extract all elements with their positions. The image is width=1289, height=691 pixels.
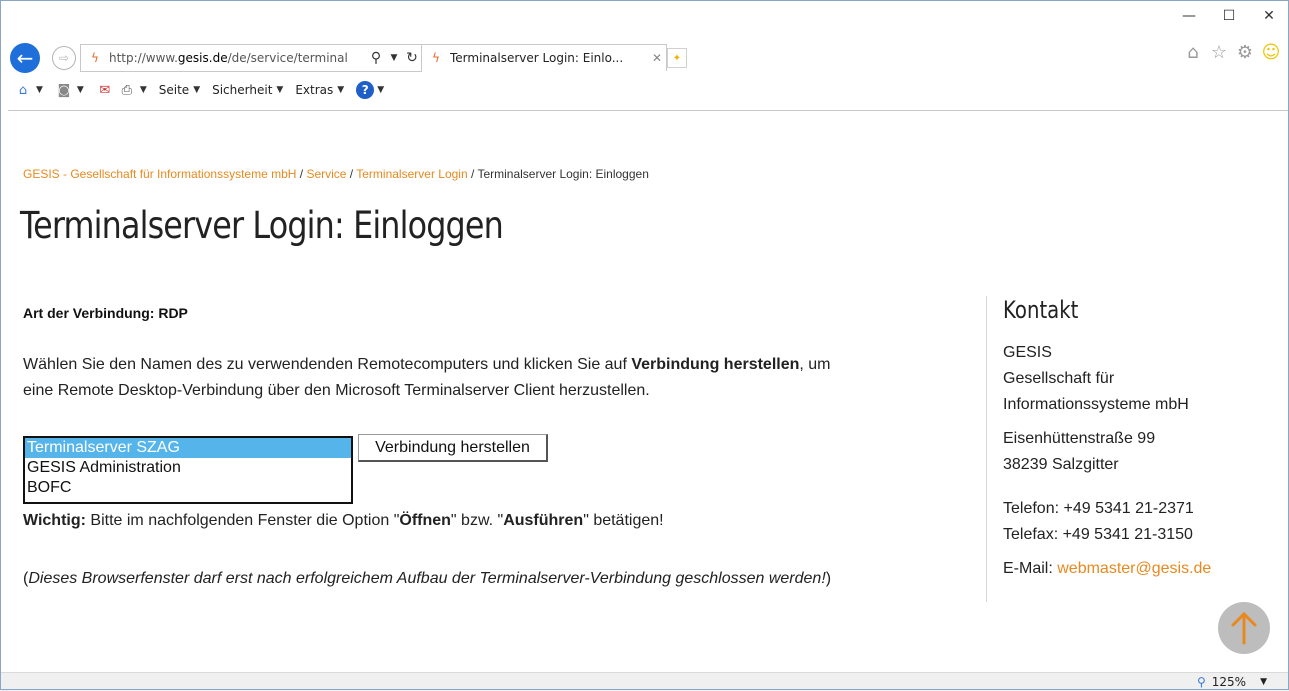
menu-seite[interactable]: Seite [159, 83, 189, 97]
help-dropdown-icon[interactable]: ▼ [377, 85, 384, 95]
maximize-button[interactable]: ☐ [1209, 0, 1249, 32]
server-option-selected[interactable]: Terminalserver SZAG [25, 438, 351, 458]
important-note: Wichtig: Bitte im nachfolgenden Fenster … [23, 512, 664, 529]
connection-type-label: Art der Verbindung: RDP [23, 305, 188, 321]
breadcrumb-link-gesis[interactable]: GESIS - Gesellschaft für Informationssys… [23, 167, 296, 181]
sicherheit-dropdown-icon[interactable]: ▼ [276, 85, 283, 95]
description-text: Wählen Sie den Namen des zu verwendenden… [23, 356, 831, 399]
menu-sicherheit[interactable]: Sicherheit [212, 83, 272, 97]
zoom-control[interactable]: ⚲ 125% ▼ [1197, 675, 1267, 689]
back-arrow-icon: ← [16, 46, 34, 70]
tab-active[interactable]: ϟ Terminalserver Login: Einlo... ✕ [421, 44, 667, 71]
dropdown-arrow-icon[interactable]: ▼ [385, 53, 403, 63]
extras-dropdown-icon[interactable]: ▼ [337, 85, 344, 95]
scroll-to-top-button[interactable] [1218, 602, 1270, 654]
breadcrumb: GESIS - Gesellschaft für Informationssys… [23, 167, 649, 181]
contact-email-link[interactable]: webmaster@gesis.de [1057, 560, 1211, 577]
server-option[interactable]: GESIS Administration [25, 458, 351, 478]
sidebar-divider [986, 296, 987, 602]
page-title: Terminalserver Login: Einloggen [20, 204, 504, 247]
status-bar: ⚲ 125% ▼ [0, 672, 1289, 691]
toolbar-right-icons: ⌂ ☆ ⚙ ☺ [1183, 42, 1281, 63]
home-icon[interactable]: ⌂ [14, 82, 32, 98]
zoom-level: 125% [1211, 675, 1247, 689]
contact-org-line: Gesellschaft für [1003, 370, 1115, 387]
help-icon[interactable]: ? [356, 81, 375, 99]
forward-arrow-icon: ⇨ [58, 51, 70, 65]
tab-favicon-icon: ϟ [432, 51, 440, 65]
mail-icon[interactable]: ✉ [96, 82, 114, 98]
contact-fax: Telefax: +49 5341 21-3150 [1003, 526, 1193, 543]
minimize-button[interactable]: — [1169, 0, 1209, 32]
contact-info: GESIS Gesellschaft für Informationssyste… [1003, 340, 1263, 590]
server-option[interactable]: BOFC [25, 478, 351, 498]
settings-gear-icon[interactable]: ⚙ [1235, 42, 1255, 63]
contact-org-line: GESIS [1003, 344, 1052, 361]
tab-title: Terminalserver Login: Einlo... [450, 51, 624, 65]
close-window-note: (Dieses Browserfenster darf erst nach er… [23, 570, 832, 587]
breadcrumb-current: Terminalserver Login: Einloggen [477, 167, 649, 181]
browser-chrome: — ☐ ✕ ← ⇨ ϟ http://www.gesis.de/de/servi… [0, 0, 1289, 118]
server-select-list[interactable]: Terminalserver SZAG GESIS Administration… [23, 436, 353, 504]
contact-street: Eisenhüttenstraße 99 [1003, 430, 1156, 447]
contact-org-line: Informationssysteme mbH [1003, 396, 1189, 413]
zoom-icon: ⚲ [1196, 675, 1206, 689]
contact-email-label: E-Mail: [1003, 560, 1058, 577]
connect-button[interactable]: Verbindung herstellen [358, 434, 548, 462]
toolbar-divider [8, 110, 1289, 111]
print-icon[interactable]: ⎙ [118, 82, 136, 98]
site-favicon-icon: ϟ [91, 51, 99, 65]
rss-feed-icon[interactable]: ◙ [55, 82, 73, 98]
contact-city: 38239 Salzgitter [1003, 456, 1119, 473]
seite-dropdown-icon[interactable]: ▼ [193, 85, 200, 95]
favorites-star-icon[interactable]: ☆ [1209, 42, 1229, 63]
feedback-smiley-icon[interactable]: ☺ [1261, 42, 1281, 63]
zoom-dropdown-icon[interactable]: ▼ [1260, 677, 1267, 687]
breadcrumb-link-service[interactable]: Service [306, 167, 346, 181]
menu-extras[interactable]: Extras [295, 83, 333, 97]
command-bar: ⌂ ▼ ◙ ▼ ✉ ⎙ ▼ Seite ▼ Sicherheit ▼ Extras ▼ ? ▼ [14, 80, 396, 100]
address-url[interactable]: http://www.gesis.de/de/service/terminal [109, 51, 367, 65]
feed-dropdown-icon[interactable]: ▼ [77, 85, 84, 95]
window-controls: — ☐ ✕ [1169, 0, 1289, 32]
contact-phone: Telefon: +49 5341 21-2371 [1003, 500, 1194, 517]
address-bar[interactable]: ϟ http://www.gesis.de/de/service/termina… [80, 44, 422, 72]
home-icon[interactable]: ⌂ [1183, 42, 1203, 63]
arrow-up-icon [1231, 611, 1257, 645]
tab-close-icon[interactable]: ✕ [648, 51, 666, 65]
new-tab-icon: ✦ [672, 52, 682, 64]
breadcrumb-link-terminalserver[interactable]: Terminalserver Login [356, 167, 467, 181]
back-button[interactable]: ← [10, 43, 40, 73]
forward-button[interactable]: ⇨ [52, 46, 76, 70]
home-dropdown-icon[interactable]: ▼ [36, 85, 43, 95]
new-tab-button[interactable]: ✦ [667, 48, 687, 68]
close-window-button[interactable]: ✕ [1249, 0, 1289, 32]
refresh-icon[interactable]: ↻ [403, 50, 421, 66]
search-icon[interactable]: ⚲ [367, 50, 385, 66]
print-dropdown-icon[interactable]: ▼ [140, 85, 147, 95]
contact-heading: Kontakt [1003, 296, 1079, 324]
